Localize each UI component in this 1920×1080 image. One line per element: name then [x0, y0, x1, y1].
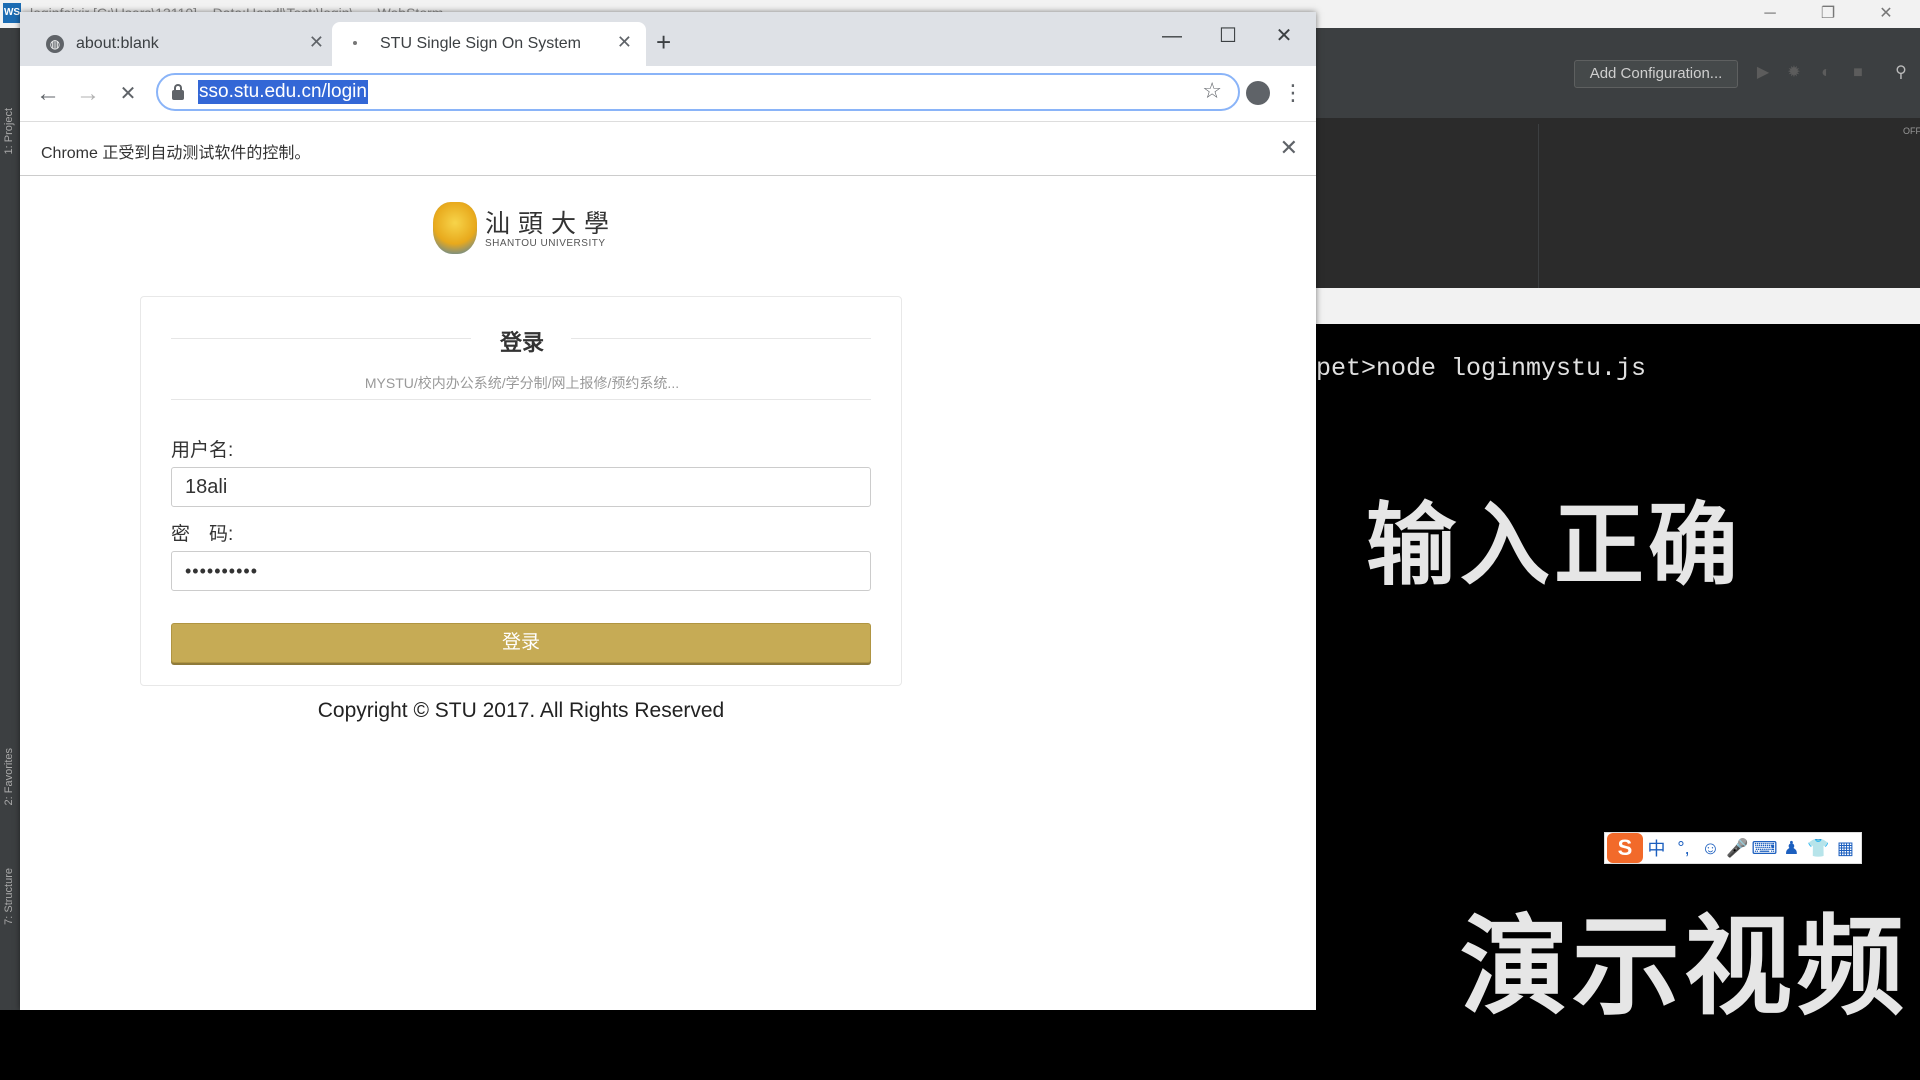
new-tab-button[interactable]: +: [656, 29, 671, 55]
logo-english-name: SHANTOU UNIVERSITY: [485, 238, 606, 249]
overlay-caption-top: 输入正确: [1366, 492, 1742, 598]
address-bar[interactable]: sso.stu.edu.cn/login ☆: [156, 73, 1240, 111]
password-label: 密 码:: [171, 524, 234, 545]
stop-loading-button[interactable]: ✕: [110, 76, 146, 112]
tab-sso[interactable]: STU Single Sign On System ✕: [332, 22, 646, 66]
panel-divider[interactable]: [1538, 124, 1539, 288]
coverage-icon[interactable]: ◐: [1817, 64, 1835, 82]
terminal-header: [1316, 288, 1920, 324]
logo-chinese-name: 汕頭大學: [485, 209, 618, 238]
forward-button[interactable]: →: [70, 76, 106, 112]
ime-voice-icon[interactable]: 🎤: [1724, 838, 1751, 859]
ide-restore-button[interactable]: ❐: [1808, 2, 1848, 26]
username-label: 用户名:: [171, 440, 234, 461]
profile-avatar-icon[interactable]: [1246, 81, 1270, 105]
chrome-maximize-button[interactable]: ☐: [1200, 18, 1256, 54]
lock-icon[interactable]: [172, 84, 186, 100]
infobar-close-icon[interactable]: ✕: [1280, 135, 1298, 161]
username-input[interactable]: 18ali: [171, 467, 871, 507]
overlay-caption-bottom: 演示视频: [1460, 904, 1909, 1030]
automation-infobar: Chrome 正受到自动测试软件的控制。 ✕: [20, 122, 1316, 176]
chrome-minimize-button[interactable]: —: [1144, 18, 1200, 54]
page-content: 汕頭大學 SHANTOU UNIVERSITY 登录 MYSTU/校内办公系统/…: [20, 176, 1316, 1010]
university-emblem-icon: [433, 202, 477, 254]
ide-close-button[interactable]: ✕: [1866, 2, 1906, 26]
sogou-logo-icon[interactable]: S: [1607, 833, 1643, 863]
university-logo: 汕頭大學 SHANTOU UNIVERSITY: [433, 202, 613, 258]
ide-minimize-button[interactable]: ─: [1750, 2, 1790, 26]
ime-toolbar: S 中 °, ☺ 🎤 ⌨ ♟ 👕 ▦: [1604, 832, 1862, 864]
ime-chinese-mode[interactable]: 中: [1643, 835, 1670, 861]
ime-emoji-icon[interactable]: ☺: [1697, 838, 1724, 859]
login-button[interactable]: 登录: [171, 623, 871, 663]
terminal-command-line: pet>node loginmystu.js: [1316, 354, 1647, 383]
chrome-menu-icon[interactable]: ⋮: [1282, 78, 1304, 108]
bookmark-star-icon[interactable]: ☆: [1202, 78, 1222, 104]
tab-close-icon[interactable]: ✕: [309, 32, 324, 53]
project-tool-tab[interactable]: 1: Project: [3, 108, 15, 154]
off-label: OFF: [1903, 126, 1920, 136]
tab-close-icon[interactable]: ✕: [617, 32, 632, 53]
login-heading: 登录: [499, 330, 544, 355]
ime-toolbox-icon[interactable]: ▦: [1832, 838, 1859, 859]
password-input[interactable]: ••••••••••: [171, 551, 871, 591]
webstorm-icon[interactable]: WS: [3, 3, 21, 23]
globe-icon: ◍: [46, 35, 64, 53]
infobar-message: Chrome 正受到自动测试软件的控制。: [41, 145, 311, 162]
back-button[interactable]: ←: [30, 76, 66, 112]
chrome-window: ◍ about:blank ✕ STU Single Sign On Syste…: [20, 12, 1316, 1010]
tab-title: STU Single Sign On System: [380, 35, 581, 52]
loading-icon: [353, 41, 357, 45]
debug-icon[interactable]: ✹: [1785, 64, 1803, 82]
login-subtitle: MYSTU/校内办公系统/学分制/网上报修/预约系统...: [364, 375, 680, 391]
chrome-toolbar: ← → ✕ sso.stu.edu.cn/login ☆ ⋮: [20, 66, 1316, 122]
ime-skin-icon[interactable]: 👕: [1805, 838, 1832, 859]
login-panel: 登录 MYSTU/校内办公系统/学分制/网上报修/预约系统... 用户名: 18…: [140, 296, 902, 686]
ime-user-icon[interactable]: ♟: [1778, 838, 1805, 859]
ide-left-toolbar: 1: Project 2: Favorites 7: Structure: [0, 28, 21, 1010]
add-configuration-button[interactable]: Add Configuration...: [1574, 60, 1738, 88]
search-icon[interactable]: ⚲: [1892, 64, 1910, 82]
tab-about-blank[interactable]: ◍ about:blank ✕: [28, 22, 338, 66]
stop-icon[interactable]: ■: [1849, 64, 1867, 82]
copyright-text: Copyright © STU 2017. All Rights Reserve…: [317, 699, 725, 722]
ime-punctuation-icon[interactable]: °,: [1670, 838, 1697, 859]
structure-tool-tab[interactable]: 7: Structure: [3, 868, 15, 925]
ime-keyboard-icon[interactable]: ⌨: [1751, 838, 1778, 859]
divider: [171, 399, 871, 400]
ide-editor-panel: [1316, 118, 1920, 288]
tab-strip: ◍ about:blank ✕ STU Single Sign On Syste…: [20, 12, 1316, 66]
tab-title: about:blank: [76, 35, 159, 52]
run-icon[interactable]: ▶: [1754, 64, 1772, 82]
url-text[interactable]: sso.stu.edu.cn/login: [198, 80, 368, 104]
favorites-tool-tab[interactable]: 2: Favorites: [3, 748, 15, 805]
chrome-close-button[interactable]: ✕: [1256, 18, 1312, 54]
